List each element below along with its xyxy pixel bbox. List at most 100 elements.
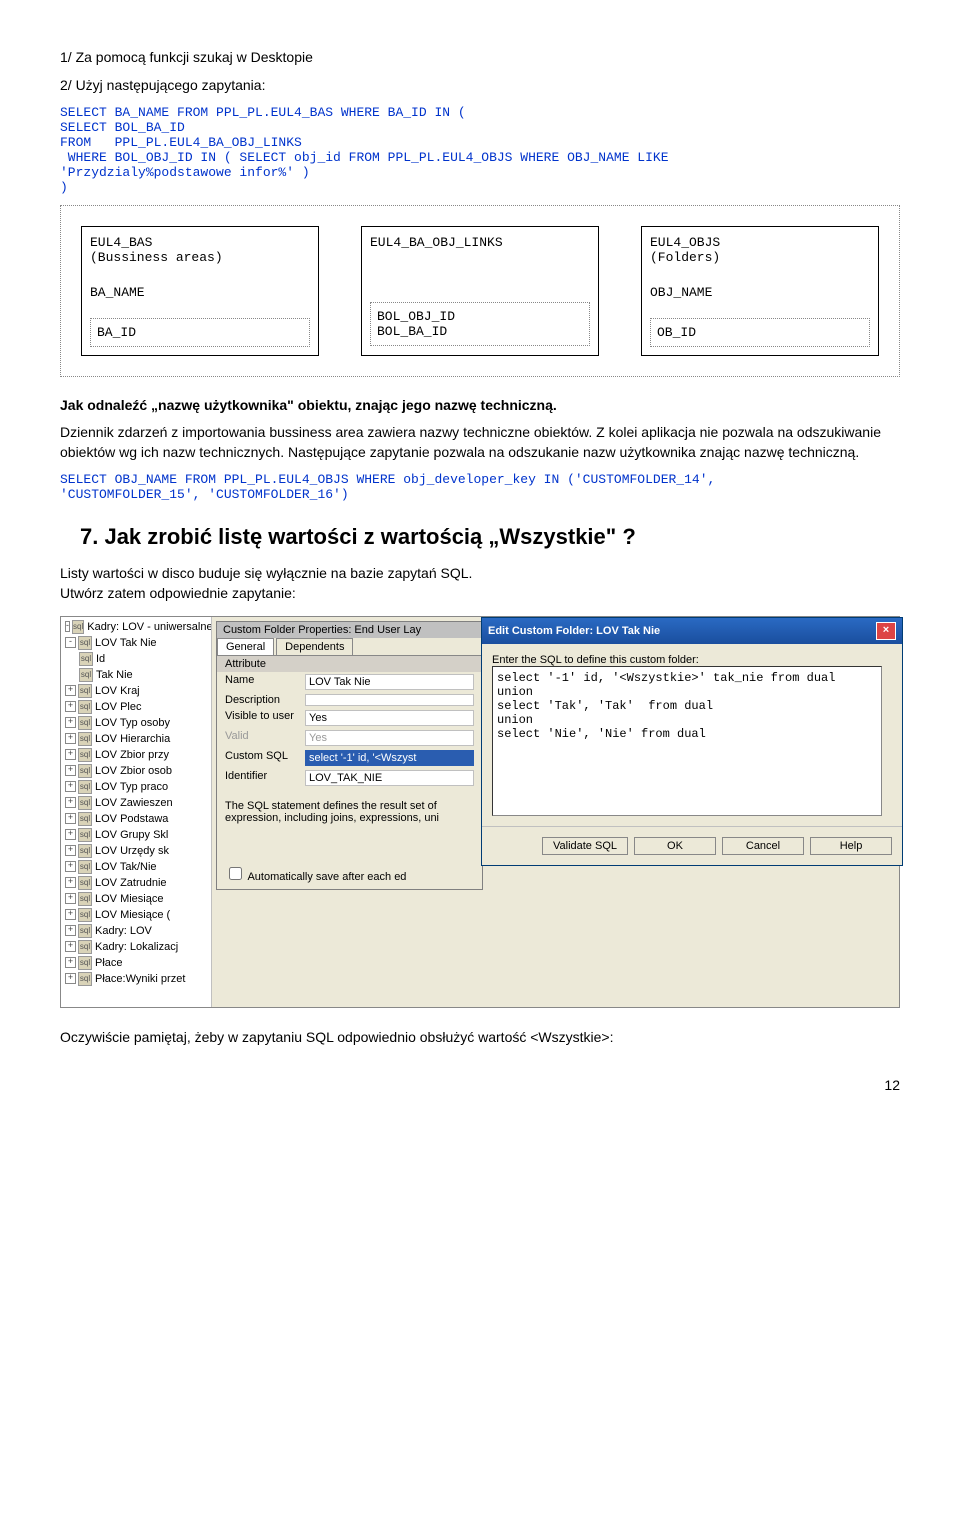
prop-value[interactable] (305, 694, 474, 706)
tree-item[interactable]: +sqlLOV Urzędy sk (61, 843, 211, 859)
tree-item[interactable]: sqlId (61, 651, 211, 667)
dia-box-links-title: EUL4_BA_OBJ_LINKS (370, 235, 590, 250)
tree-item[interactable]: +sqlLOV Tak/Nie (61, 859, 211, 875)
folder-icon: sql (78, 636, 92, 650)
tree-item[interactable]: +sqlKadry: LOV (61, 923, 211, 939)
prop-row[interactable]: NameLOV Tak Nie (217, 672, 482, 692)
folder-icon: sql (79, 652, 93, 666)
close-icon[interactable]: × (876, 622, 896, 640)
folder-icon: sql (78, 956, 92, 970)
folder-icon: sql (78, 892, 92, 906)
dia-box-links-keys: BOL_OBJ_ID BOL_BA_ID (370, 302, 590, 346)
validate-sql-button[interactable]: Validate SQL (542, 837, 628, 855)
tree-item[interactable]: +sqlLOV Zawieszen (61, 795, 211, 811)
expand-icon[interactable]: + (65, 941, 76, 952)
tree-item-label: LOV Zbior osob (95, 765, 172, 777)
tree-item[interactable]: +sqlLOV Miesiące ( (61, 907, 211, 923)
prop-row[interactable]: Description (217, 692, 482, 708)
tree-item[interactable]: +sqlLOV Typ praco (61, 779, 211, 795)
expand-icon[interactable]: + (65, 973, 76, 984)
expand-icon[interactable]: + (65, 781, 76, 792)
dialog-sql-textarea[interactable]: select '-1' id, '<Wszystkie>' tak_nie fr… (492, 666, 882, 816)
tree-item-label: LOV Hierarchia (95, 733, 170, 745)
tree-item[interactable]: +sqlLOV Typ osoby (61, 715, 211, 731)
expand-icon[interactable]: + (65, 893, 76, 904)
tab-dependents[interactable]: Dependents (276, 638, 353, 655)
folder-icon: sql (78, 940, 92, 954)
folder-tree[interactable]: - sql Kadry: LOV - uniwersalne -sqlLOV T… (61, 617, 212, 1007)
folder-icon: sql (78, 780, 92, 794)
tree-item-label: LOV Zatrudnie (95, 877, 167, 889)
autosave-row[interactable]: Automatically save after each ed (217, 858, 482, 889)
expand-icon[interactable]: - (65, 637, 76, 648)
prop-row[interactable]: Visible to userYes (217, 708, 482, 728)
prop-key: Identifier (225, 770, 305, 786)
tree-item[interactable]: +sqlPłace (61, 955, 211, 971)
expand-icon[interactable]: + (65, 685, 76, 696)
ok-button[interactable]: OK (634, 837, 716, 855)
tree-root[interactable]: - sql Kadry: LOV - uniwersalne (61, 619, 211, 635)
tree-root-label: Kadry: LOV - uniwersalne (87, 621, 212, 633)
expand-icon[interactable]: + (65, 861, 76, 872)
dia-box-objs-key: OB_ID (650, 318, 870, 347)
cancel-button[interactable]: Cancel (722, 837, 804, 855)
dia-box-links: EUL4_BA_OBJ_LINKS BOL_OBJ_ID BOL_BA_ID (361, 226, 599, 356)
expand-icon[interactable]: + (65, 733, 76, 744)
tree-item[interactable]: +sqlPłace:Wyniki przet (61, 971, 211, 987)
prop-value[interactable]: LOV_TAK_NIE (305, 770, 474, 786)
expand-icon[interactable]: + (65, 957, 76, 968)
dia-box-objs-mid: OBJ_NAME (650, 285, 870, 300)
page-number: 12 (60, 1077, 900, 1093)
expand-icon[interactable]: + (65, 877, 76, 888)
tree-item[interactable]: +sqlLOV Zbior osob (61, 763, 211, 779)
folder-icon: sql (78, 732, 92, 746)
tree-item[interactable]: +sqlLOV Podstawa (61, 811, 211, 827)
dia-box-links-mid (370, 270, 590, 284)
expand-icon[interactable]: + (65, 909, 76, 920)
prop-row[interactable]: ValidYes (217, 728, 482, 748)
prop-value[interactable]: Yes (305, 730, 474, 746)
prop-value[interactable]: LOV Tak Nie (305, 674, 474, 690)
autosave-label: Automatically save after each ed (247, 871, 406, 883)
dia-box-objs: EUL4_OBJS (Folders) OBJ_NAME OB_ID (641, 226, 879, 356)
tree-item[interactable]: +sqlLOV Zatrudnie (61, 875, 211, 891)
tree-item-label: LOV Plec (95, 701, 141, 713)
expand-icon[interactable]: + (65, 765, 76, 776)
folder-icon: sql (78, 908, 92, 922)
tree-item[interactable]: +sqlLOV Plec (61, 699, 211, 715)
tab-general[interactable]: General (217, 638, 274, 655)
tree-item[interactable]: sqlTak Nie (61, 667, 211, 683)
folder-icon: sql (78, 860, 92, 874)
tree-item[interactable]: +sqlKadry: Lokalizacj (61, 939, 211, 955)
dialog-hint: Enter the SQL to define this custom fold… (492, 654, 892, 666)
tree-item-label: LOV Tak Nie (95, 637, 157, 649)
help-button[interactable]: Help (810, 837, 892, 855)
er-diagram: EUL4_BAS (Bussiness areas) BA_NAME BA_ID… (60, 205, 900, 377)
prop-value[interactable]: Yes (305, 710, 474, 726)
folder-icon: sql (78, 812, 92, 826)
tree-item[interactable]: +sqlLOV Zbior przy (61, 747, 211, 763)
tree-item[interactable]: +sqlLOV Hierarchia (61, 731, 211, 747)
expand-icon[interactable]: + (65, 925, 76, 936)
autosave-checkbox[interactable] (229, 867, 242, 880)
prop-value[interactable]: select '-1' id, '<Wszyst (305, 750, 474, 766)
tree-item[interactable]: -sqlLOV Tak Nie (61, 635, 211, 651)
expand-icon[interactable]: + (65, 749, 76, 760)
expand-icon[interactable]: + (65, 701, 76, 712)
expand-icon[interactable]: + (65, 797, 76, 808)
expand-icon[interactable]: + (65, 813, 76, 824)
folder-icon: sql (78, 844, 92, 858)
tree-item-label: LOV Typ osoby (95, 717, 170, 729)
expand-icon[interactable]: + (65, 717, 76, 728)
collapse-icon[interactable]: - (65, 621, 70, 632)
final-paragraph: Oczywiście pamiętaj, żeby w zapytaniu SQ… (60, 1028, 900, 1048)
prop-key: Description (225, 694, 305, 706)
prop-row[interactable]: Custom SQLselect '-1' id, '<Wszyst (217, 748, 482, 768)
tree-item[interactable]: +sqlLOV Miesiące (61, 891, 211, 907)
prop-row[interactable]: IdentifierLOV_TAK_NIE (217, 768, 482, 788)
expand-icon[interactable]: + (65, 829, 76, 840)
expand-icon[interactable]: + (65, 845, 76, 856)
tree-item[interactable]: +sqlLOV Grupy Skl (61, 827, 211, 843)
dia-box-bas-key: BA_ID (90, 318, 310, 347)
tree-item[interactable]: +sqlLOV Kraj (61, 683, 211, 699)
